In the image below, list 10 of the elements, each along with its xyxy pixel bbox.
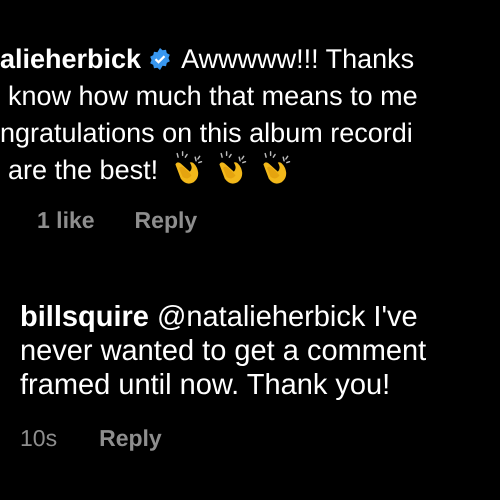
comment-text: Awwwww!!! Thanks bbox=[181, 42, 414, 76]
reply-link[interactable]: Reply bbox=[134, 203, 198, 238]
comment-text: are the best! bbox=[8, 154, 158, 188]
like-count: 1 like bbox=[37, 206, 95, 235]
comment-text: billsquire @natalieherbick I've never wanted to get a comment framed until now. Thank you! bbox=[20, 300, 428, 402]
username[interactable]: alieherbick bbox=[0, 38, 142, 80]
comment-text: ngratulations on this album recordi bbox=[0, 117, 413, 150]
timestamp: 10s bbox=[20, 424, 58, 452]
comment-text: know how much that means to me bbox=[8, 80, 418, 114]
reply-link[interactable]: Reply bbox=[99, 420, 162, 455]
